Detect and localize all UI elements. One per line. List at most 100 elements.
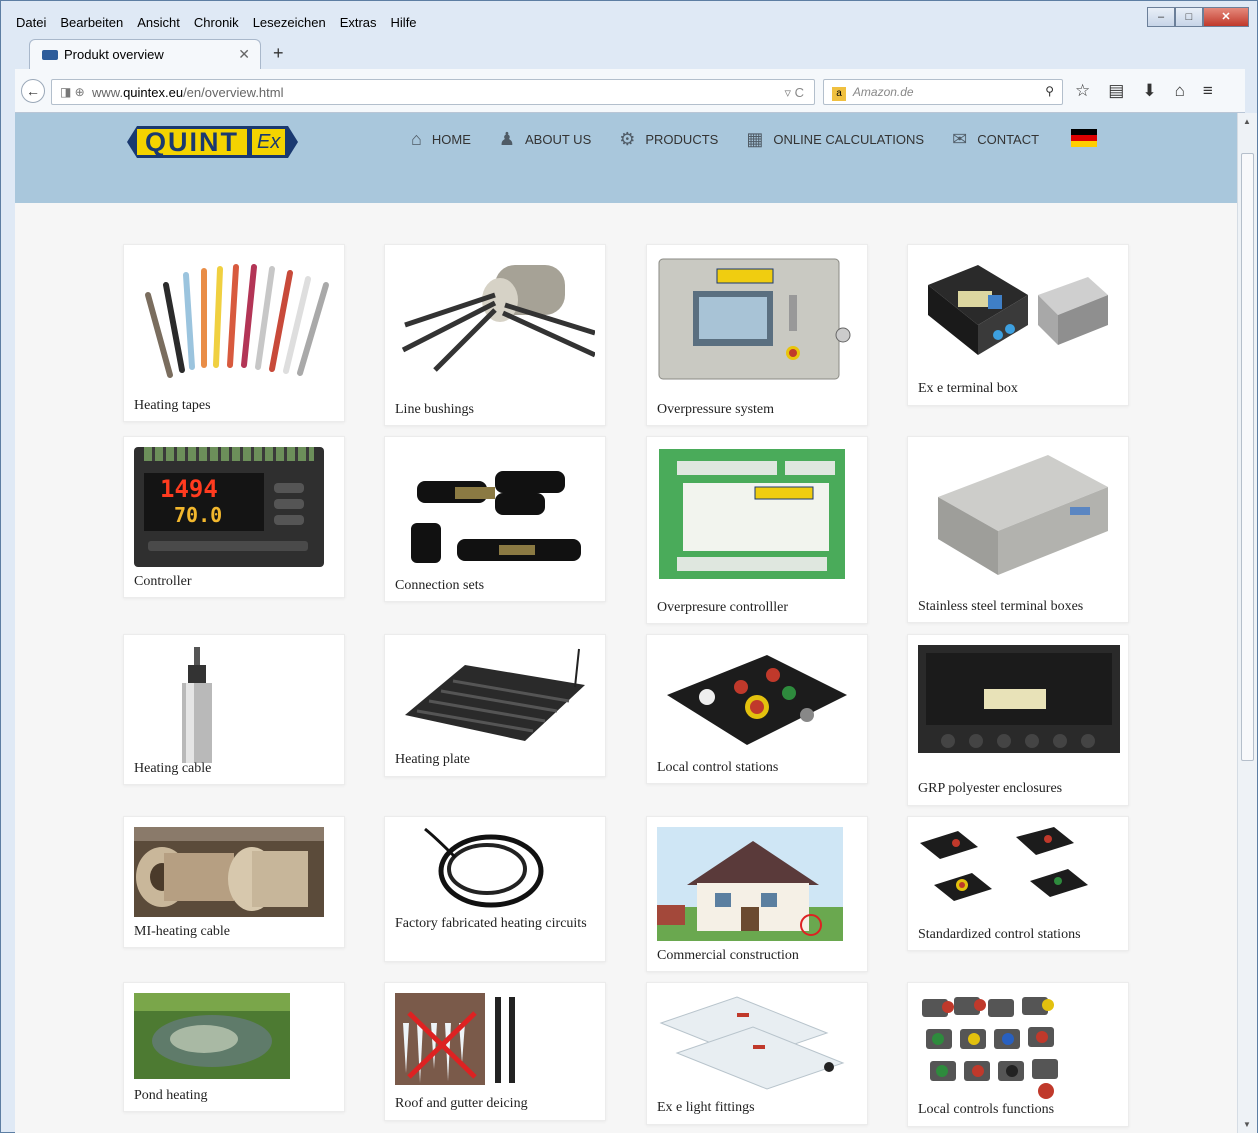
- minimize-button[interactable]: –: [1147, 7, 1175, 27]
- product-card-ex-e-terminal-box[interactable]: Ex e terminal box: [907, 244, 1129, 406]
- product-card-factory-fabricated-heating-circuits[interactable]: Factory fabricated heating circuits: [384, 816, 606, 962]
- overpressure-system-image: [658, 258, 851, 380]
- menu-hilfe[interactable]: Hilfe: [390, 15, 418, 35]
- product-card-pond-heating[interactable]: Pond heating: [123, 982, 345, 1112]
- product-card-stainless-steel-terminal-boxes[interactable]: Stainless steel terminal boxes: [907, 436, 1129, 623]
- site-header: QUINT Ex ⌂ HOME ♟ ABOUT US ⚙ PRODUCTS ▦ …: [15, 113, 1237, 203]
- search-placeholder: Amazon.de: [852, 85, 914, 99]
- maximize-button[interactable]: □: [1175, 7, 1203, 27]
- search-icon[interactable]: ⚲: [1045, 84, 1054, 98]
- download-icon[interactable]: ⬇: [1142, 81, 1156, 101]
- home-icon: ⌂: [411, 129, 422, 149]
- product-caption: Stainless steel terminal boxes: [918, 599, 1084, 614]
- product-caption: Pond heating: [134, 1088, 208, 1103]
- url-bar[interactable]: ◨ ⊕ www.quintex.eu/en/overview.html ▿ C: [51, 79, 815, 105]
- product-card-roof-and-gutter-deicing[interactable]: Roof and gutter deicing: [384, 982, 606, 1121]
- menu-bar: Datei Bearbeiten Ansicht Chronik Lesezei…: [15, 15, 418, 35]
- product-card-controller[interactable]: 1494 70.0 Controller: [123, 436, 345, 598]
- nav-online-calculations[interactable]: ▦ ONLINE CALCULATIONS: [746, 129, 924, 150]
- url-path: /en/overview.html: [183, 85, 284, 100]
- product-card-overpressure-controller[interactable]: Overpresure controlller: [646, 436, 868, 624]
- product-caption: Controller: [134, 574, 192, 589]
- stainless-steel-box-image: [938, 455, 1108, 575]
- nav-home[interactable]: ⌂ HOME: [411, 129, 471, 150]
- ex-e-terminal-box-image: [928, 265, 1108, 355]
- nav-products[interactable]: ⚙ PRODUCTS: [619, 129, 718, 150]
- toolbar-icons: ☆ ▤ ⬇ ⌂ ≡: [1075, 81, 1213, 101]
- product-caption: Local controls functions: [918, 1102, 1055, 1117]
- heating-cable-image: [182, 647, 212, 763]
- product-card-grp-polyester-enclosures[interactable]: GRP polyester enclosures: [907, 634, 1129, 806]
- menu-hamburger-icon[interactable]: ≡: [1203, 81, 1213, 101]
- product-card-local-controls-functions[interactable]: Local controls functions: [907, 982, 1129, 1127]
- tab-title: Produkt overview: [64, 47, 164, 62]
- ex-e-light-fittings-image: [659, 996, 845, 1090]
- product-card-connection-sets[interactable]: Connection sets: [384, 436, 606, 602]
- close-tab-icon[interactable]: ✕: [238, 46, 250, 63]
- product-caption: Heating plate: [395, 752, 471, 767]
- product-caption: Line bushings: [395, 402, 474, 417]
- product-card-ex-e-light-fittings[interactable]: Ex e light fittings: [646, 982, 868, 1125]
- scroll-down-icon[interactable]: ▼: [1243, 1120, 1251, 1129]
- menu-bearbeiten[interactable]: Bearbeiten: [59, 15, 124, 35]
- product-card-heating-cable[interactable]: Heating cable: [123, 634, 345, 785]
- grp-enclosure-image: [918, 645, 1120, 753]
- menu-chronik[interactable]: Chronik: [193, 15, 240, 35]
- menu-lesezeichen[interactable]: Lesezeichen: [252, 15, 327, 35]
- roof-deicing-image: [395, 993, 515, 1085]
- url-host: quintex.eu: [123, 85, 184, 100]
- product-card-line-bushings[interactable]: Line bushings: [384, 244, 606, 426]
- product-card-heating-plate[interactable]: Heating plate: [384, 634, 606, 777]
- product-caption: Overpresure controlller: [657, 600, 788, 615]
- favicon-icon: [42, 49, 58, 60]
- page-info-icon[interactable]: ◨ ⊕: [60, 85, 85, 99]
- product-caption: Roof and gutter deicing: [395, 1096, 528, 1111]
- search-bar[interactable]: a Amazon.de ⚲: [823, 79, 1063, 105]
- local-control-stations-image: [667, 655, 847, 745]
- product-card-local-control-stations[interactable]: Local control stations: [646, 634, 868, 784]
- reload-icon[interactable]: ▿ C: [784, 85, 804, 101]
- page-viewport: QUINT Ex ⌂ HOME ♟ ABOUT US ⚙ PRODUCTS ▦ …: [15, 113, 1237, 1133]
- nav-contact[interactable]: ✉ CONTACT: [952, 129, 1039, 150]
- product-caption: Local control stations: [657, 760, 779, 775]
- line-bushings-image: [401, 265, 595, 372]
- product-card-mi-heating-cable[interactable]: MI-heating cable: [123, 816, 345, 948]
- product-card-standardized-control-stations[interactable]: Standardized control stations: [907, 816, 1129, 951]
- new-tab-button[interactable]: +: [273, 43, 284, 64]
- home-browser-icon[interactable]: ⌂: [1175, 81, 1185, 101]
- controller-top-readout: 1494: [160, 475, 218, 503]
- navigation-toolbar: ← ◨ ⊕ www.quintex.eu/en/overview.html ▿ …: [15, 69, 1245, 113]
- product-caption: Connection sets: [395, 578, 485, 593]
- scrollbar-thumb[interactable]: [1241, 153, 1254, 761]
- heating-plate-image: [405, 648, 585, 741]
- menu-ansicht[interactable]: Ansicht: [136, 15, 181, 35]
- product-caption: Commercial construction: [657, 948, 799, 963]
- commercial-construction-image: [657, 827, 843, 941]
- bookmark-star-icon[interactable]: ☆: [1075, 81, 1090, 101]
- menu-datei[interactable]: Datei: [15, 15, 47, 35]
- close-window-button[interactable]: ✕: [1203, 7, 1249, 27]
- controller-image: 1494 70.0: [134, 447, 324, 567]
- scroll-up-icon[interactable]: ▲: [1243, 117, 1251, 126]
- nav-about-us[interactable]: ♟ ABOUT US: [499, 129, 591, 150]
- german-flag-icon[interactable]: [1071, 129, 1098, 147]
- window-controls: – □ ✕: [1147, 7, 1249, 27]
- tab-strip: Produkt overview ✕ +: [15, 39, 1245, 69]
- product-card-overpressure-system[interactable]: Overpressure system: [646, 244, 868, 426]
- person-icon: ♟: [498, 129, 516, 149]
- url-prefix: www.: [92, 85, 124, 100]
- heating-tapes-image: [145, 264, 329, 378]
- vertical-scrollbar[interactable]: ▲ ▼: [1237, 113, 1257, 1133]
- heating-circuit-image: [424, 827, 544, 908]
- reading-list-icon[interactable]: ▤: [1108, 81, 1124, 101]
- product-caption: GRP polyester enclosures: [918, 781, 1063, 796]
- tab-produkt-overview[interactable]: Produkt overview ✕: [29, 39, 261, 69]
- quintex-logo[interactable]: QUINT Ex: [127, 125, 299, 159]
- menu-extras[interactable]: Extras: [339, 15, 378, 35]
- product-caption: Heating cable: [134, 761, 212, 776]
- product-card-heating-tapes[interactable]: Heating tapes: [123, 244, 345, 422]
- gears-icon: ⚙: [619, 129, 636, 149]
- back-button[interactable]: ←: [21, 79, 45, 103]
- product-card-commercial-construction[interactable]: Commercial construction: [646, 816, 868, 972]
- standardized-control-stations-image: [920, 827, 1088, 901]
